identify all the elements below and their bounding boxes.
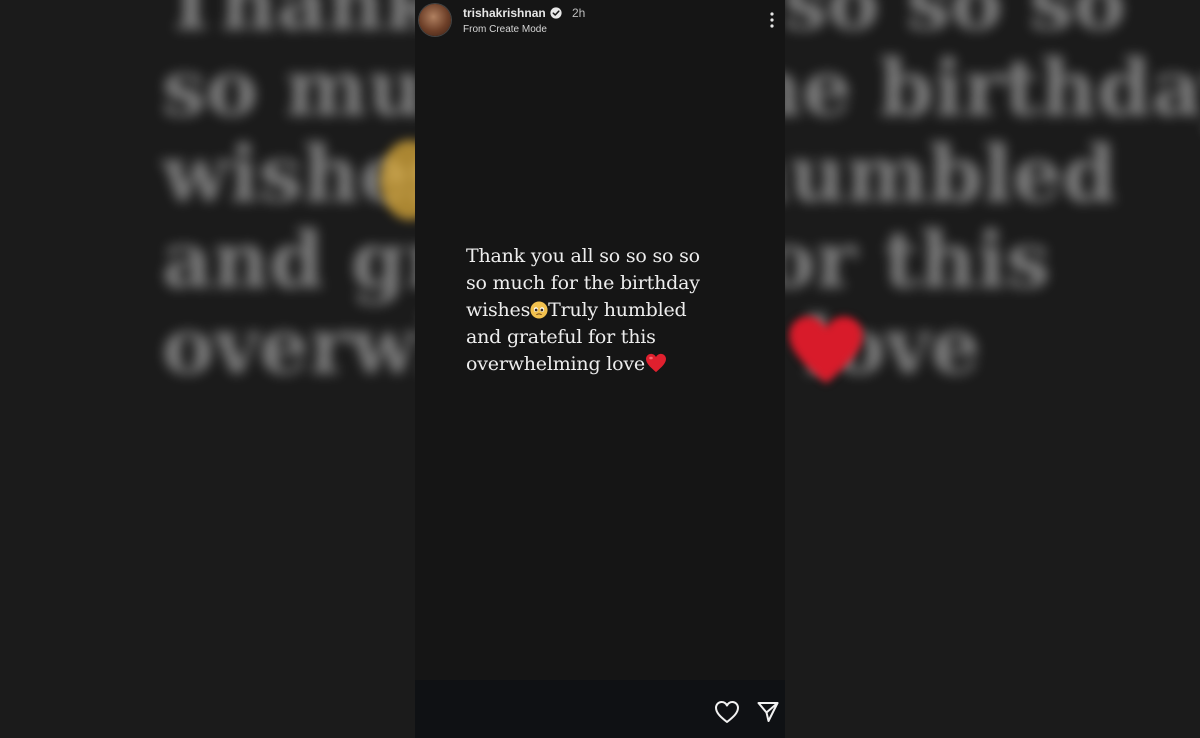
backdrop-heart-icon [789, 316, 863, 384]
story-line-part: wishes [466, 299, 531, 321]
story-line: and grateful for this [466, 326, 656, 348]
avatar[interactable] [419, 4, 451, 36]
pleading-face-emoji-icon [530, 301, 548, 319]
send-paper-plane-icon[interactable] [756, 700, 780, 724]
story-line: Thank you all so so so so [466, 245, 700, 267]
verified-badge-icon [550, 7, 562, 19]
story-line-part: overwhelming love [466, 353, 645, 375]
story-footer [415, 680, 785, 738]
story-card[interactable]: trishakrishnan 2h From Create Mode Thank… [415, 0, 785, 738]
story-line: wishes Truly humbled [466, 297, 746, 324]
story-line: so much for the birthday [466, 272, 700, 294]
story-header: trishakrishnan 2h From Create Mode [415, 0, 785, 42]
story-subtitle: From Create Mode [463, 24, 547, 35]
story-text: Thank you all so so so so so much for th… [466, 243, 746, 378]
username[interactable]: trishakrishnan [463, 6, 546, 20]
more-vertical-icon[interactable] [765, 10, 779, 30]
heart-outline-icon[interactable] [714, 700, 740, 724]
post-time: 2h [572, 6, 586, 20]
red-heart-emoji-icon [645, 353, 666, 373]
story-line-part: Truly humbled [548, 299, 687, 321]
story-viewer: Thank you all so so so so much for the b… [0, 0, 1200, 738]
story-line: overwhelming love [466, 351, 746, 378]
